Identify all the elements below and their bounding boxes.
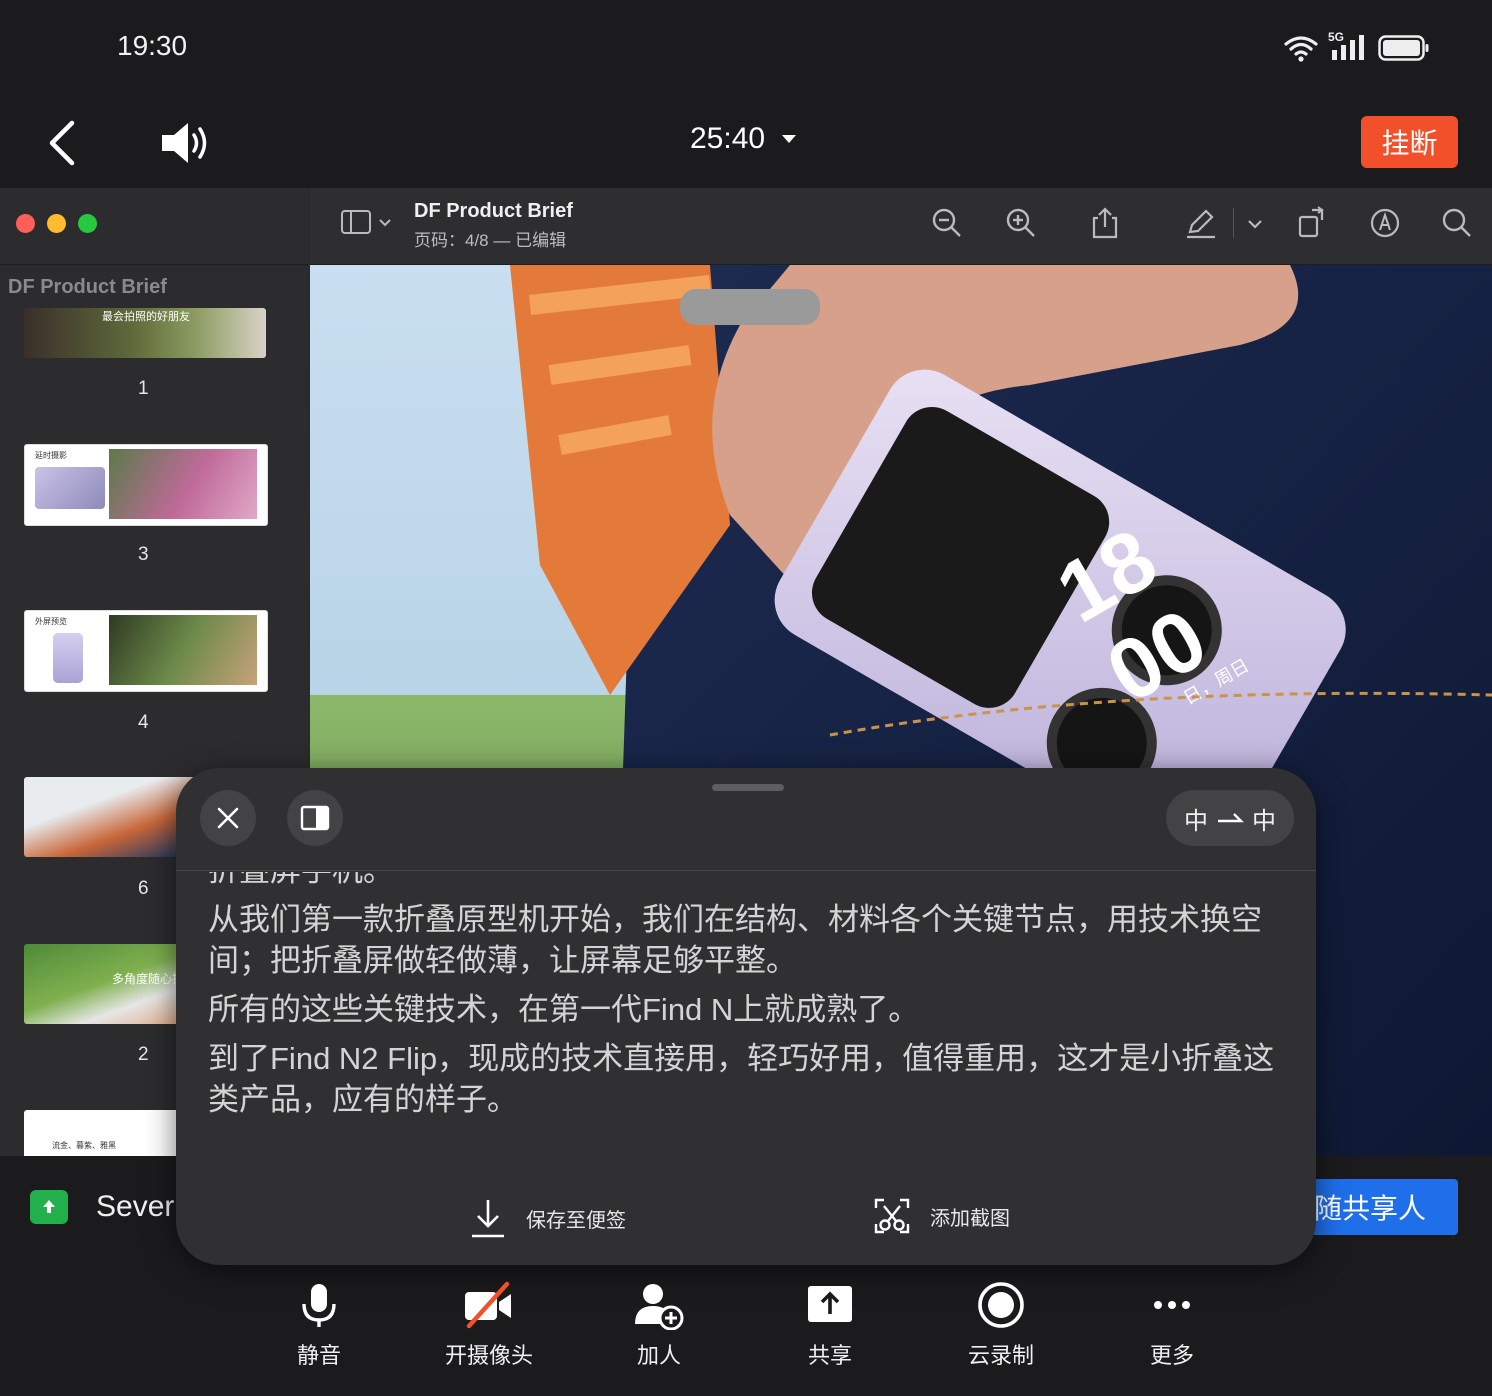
chevron-down-icon[interactable]: [1246, 206, 1264, 240]
split-view-button[interactable]: [287, 790, 343, 846]
search-icon[interactable]: [1440, 206, 1474, 240]
wifi-icon: [1284, 36, 1318, 62]
share-icon[interactable]: [1088, 206, 1122, 240]
slide-thumbnail[interactable]: 外屏预览: [24, 610, 268, 692]
window-controls: [16, 214, 97, 233]
source-language: 中: [1184, 807, 1208, 835]
battery-icon: [1378, 35, 1429, 61]
camera-label: 开摄像头: [444, 1343, 533, 1368]
document-subtitle: 页码：4/8 — 已编辑: [414, 231, 567, 250]
add-participant-button[interactable]: 加人: [599, 1280, 719, 1370]
markup-pen-icon[interactable]: [1184, 206, 1218, 240]
thumbnail-number: 4: [138, 712, 149, 733]
signal-icon: 5G: [1328, 30, 1368, 62]
subtitles-panel: 中 中 折叠屏手机。 从我们第一款折叠原型机开始，我们在结构、材料各个关键节点，…: [176, 768, 1316, 1265]
panel-divider: [176, 870, 1316, 871]
thumbnail-number: 3: [138, 544, 149, 565]
status-time: 19:30: [117, 30, 188, 61]
caret-down-icon: [782, 135, 797, 143]
back-button[interactable]: [40, 115, 88, 171]
screenshot-icon: [874, 1198, 910, 1234]
thumbnail-caption: 最会拍照的好朋友: [102, 311, 190, 323]
add-screenshot-label: 添加截图: [930, 1207, 1010, 1230]
zoom-window-dot[interactable]: [78, 214, 97, 233]
thumbnail-caption: 流金、暮紫、雅黑: [52, 1141, 116, 1150]
share-screen-label: 共享: [807, 1343, 852, 1368]
download-icon: [472, 1200, 504, 1238]
thumbnail-caption: 外屏预览: [35, 617, 67, 626]
close-icon: [217, 807, 239, 829]
thumbnail-caption: 延时摄影: [35, 451, 67, 460]
screen-share-badge-icon: [30, 1190, 68, 1224]
drag-handle[interactable]: [712, 784, 784, 791]
thumbnail-photo: [109, 449, 257, 519]
share-screen-icon: [808, 1286, 852, 1322]
add-participant-label: 加人: [636, 1343, 681, 1368]
mute-label: 静音: [296, 1343, 341, 1368]
target-language: 中: [1252, 807, 1276, 835]
chevron-left-icon: [49, 120, 75, 166]
camera-off-icon: [465, 1281, 511, 1329]
thumbnail-number: 2: [138, 1044, 149, 1065]
more-button[interactable]: 更多: [1112, 1280, 1232, 1370]
meeting-timer[interactable]: 25:40: [690, 122, 797, 156]
thumbnail-phone-image: [53, 633, 83, 683]
hangup-button[interactable]: 挂断: [1361, 116, 1458, 168]
slide-thumbnail[interactable]: 最会拍照的好朋友: [24, 308, 266, 358]
transcript-line: 折叠屏手机。: [208, 872, 1288, 891]
share-screen-button[interactable]: 共享: [770, 1280, 890, 1370]
zoom-in-icon[interactable]: [1004, 206, 1038, 240]
sidebar-toggle-icon[interactable]: [340, 206, 396, 240]
thumbnail-number: 1: [138, 378, 149, 399]
more-label: 更多: [1149, 1343, 1194, 1368]
cloud-record-button[interactable]: 云录制: [941, 1280, 1061, 1370]
toolbar-separator: [1233, 208, 1234, 238]
language-switch[interactable]: 中 中: [1166, 790, 1294, 846]
save-to-notes-button[interactable]: 保存至便签: [468, 1196, 626, 1240]
thumbnail-caption: 多角度随心拍: [112, 972, 185, 986]
thumbnail-phone-image: [35, 467, 105, 509]
camera-button[interactable]: 开摄像头: [429, 1280, 549, 1370]
add-screenshot-button[interactable]: 添加截图: [872, 1196, 1010, 1236]
more-icon: [1154, 1301, 1190, 1309]
document-title: DF Product Brief: [414, 200, 573, 222]
status-icons: 5G: [1284, 30, 1430, 62]
sidebar-title: DF Product Brief: [8, 276, 167, 298]
transcript-line: 到了Find N2 Flip，现成的技术直接用，轻巧好用，值得重用，这才是小折叠…: [208, 1041, 1275, 1117]
rotate-icon[interactable]: [1296, 206, 1330, 240]
zoom-out-icon[interactable]: [930, 206, 964, 240]
thumbnail-number: 6: [138, 878, 149, 899]
mute-button[interactable]: 静音: [259, 1280, 379, 1370]
minimize-window-dot[interactable]: [47, 214, 66, 233]
cloud-record-label: 云录制: [967, 1343, 1034, 1368]
arrow-right-icon: [1218, 813, 1244, 823]
timer-text: 25:40: [690, 122, 766, 155]
transcript-line: 从我们第一款折叠原型机开始，我们在结构、材料各个关键节点，用技术换空间；把折叠屏…: [208, 902, 1262, 978]
thumbnail-photo: [109, 615, 257, 685]
add-person-icon: [635, 1284, 684, 1330]
close-panel-button[interactable]: [200, 790, 256, 846]
close-window-dot[interactable]: [16, 214, 35, 233]
sidebar-header-divider: [0, 264, 308, 265]
transcript-text: 折叠屏手机。 从我们第一款折叠原型机开始，我们在结构、材料各个关键节点，用技术换…: [208, 872, 1288, 1152]
annotate-icon[interactable]: [1368, 206, 1402, 240]
split-view-icon: [300, 805, 330, 831]
microphone-icon: [302, 1284, 336, 1327]
speaker-button[interactable]: [156, 115, 216, 171]
record-icon: [978, 1282, 1024, 1328]
presenter-name: Sever: [96, 1190, 175, 1223]
slide-thumbnail[interactable]: 延时摄影: [24, 444, 268, 526]
save-to-notes-label: 保存至便签: [526, 1209, 626, 1232]
speaker-icon: [162, 123, 207, 163]
transcript-line: 所有的这些关键技术，在第一代Find N上就成熟了。: [208, 992, 920, 1027]
